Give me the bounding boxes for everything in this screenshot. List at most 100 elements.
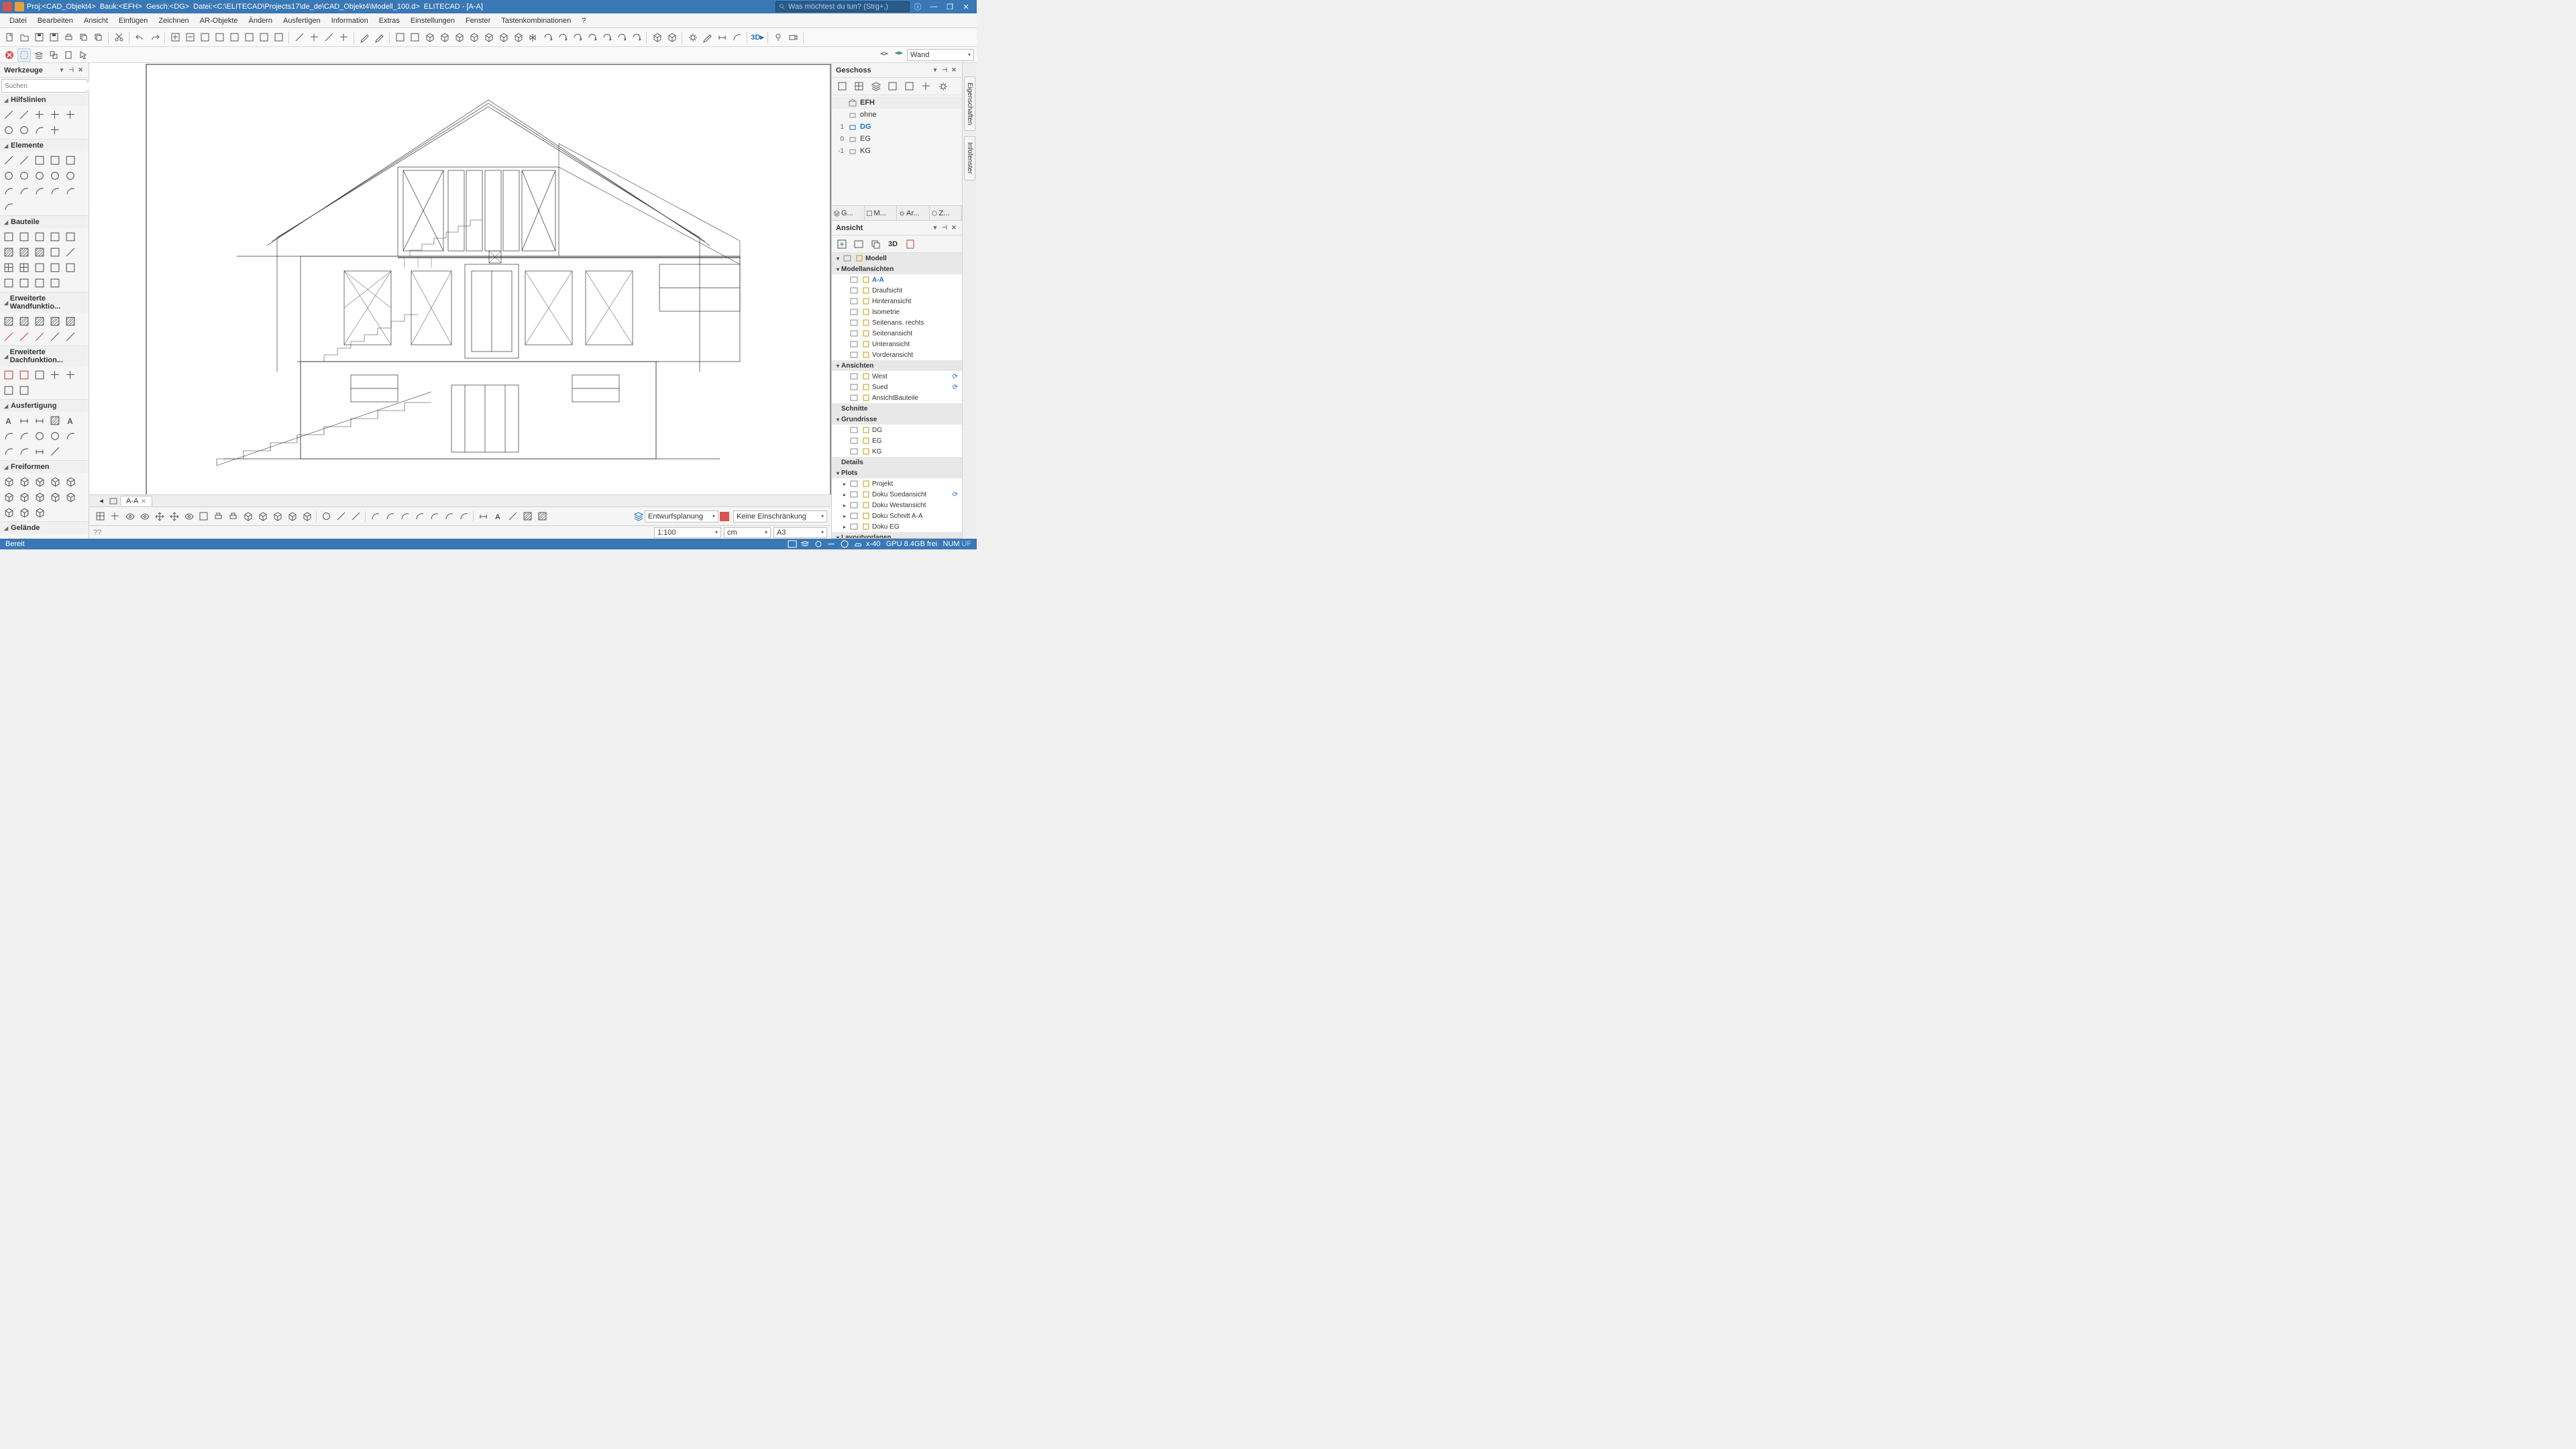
bottom-btn-13[interactable] [285,510,299,523]
bottom-btn-29[interactable]: A [491,510,504,523]
menu-extras[interactable]: Extras [374,15,405,27]
panel-pin-icon[interactable]: ⊣ [941,66,949,74]
tool-ausfertigung-7[interactable] [32,429,47,443]
tool-hilfslinien-6[interactable] [17,123,32,138]
layer-tool[interactable] [32,48,46,62]
tool-ausfertigung-11[interactable] [17,444,32,459]
view-copy-icon[interactable] [868,237,883,252]
toolbar-btn-58[interactable] [771,31,785,44]
tool-bauteile-2[interactable] [32,229,47,244]
tool-elemente-7[interactable] [32,168,47,183]
drawing-canvas[interactable] [89,63,831,494]
tool-hilfslinien-3[interactable] [48,107,62,122]
tool-hilfslinien-7[interactable] [32,123,47,138]
tool-elemente-12[interactable] [32,184,47,199]
view-grundrisse[interactable]: ▾Grundrisse [832,414,962,425]
group-ausfertigung[interactable]: ◢Ausfertigung [0,400,89,412]
layers-icon[interactable] [800,540,810,548]
minimize-button[interactable]: — [926,1,942,13]
tool-ausfertigung-3[interactable] [48,413,62,428]
floor-tool-2[interactable] [868,79,883,94]
toolbar-btn-34[interactable] [452,31,466,44]
select-tool[interactable] [17,48,31,62]
floor-tab-0[interactable]: G... [832,206,865,220]
tool-wand-5[interactable] [1,329,16,344]
maximize-button[interactable]: ❐ [942,1,958,13]
view-eg[interactable]: EG [832,435,962,446]
dim-icon[interactable] [826,540,836,548]
tool-elemente-1[interactable] [17,153,32,168]
tool-wand-8[interactable] [48,329,62,344]
toolbar-btn-44[interactable] [600,31,613,44]
cancel-button[interactable] [3,48,16,62]
bottom-btn-12[interactable] [270,510,284,523]
tool-dach-5[interactable] [1,383,16,398]
tool-wand-2[interactable] [32,314,47,329]
tool-ausfertigung-13[interactable] [48,444,62,459]
tool-bauteile-18[interactable] [48,276,62,290]
bottom-btn-21[interactable] [383,510,396,523]
toolbar-btn-59[interactable] [786,31,800,44]
bottom-btn-5[interactable] [167,510,180,523]
tool-bauteile-16[interactable] [17,276,32,290]
bottom-btn-2[interactable] [123,510,136,523]
grid-icon[interactable] [788,540,797,548]
toolbar-btn-22[interactable] [292,31,306,44]
toolbar-btn-11[interactable] [148,31,161,44]
phase-color[interactable] [720,512,729,521]
building-row[interactable]: EFH [832,97,962,109]
bottom-btn-6[interactable] [182,510,195,523]
bottom-btn-20[interactable] [368,510,382,523]
tool-bauteile-5[interactable] [1,245,16,260]
floor-tool-1[interactable] [851,79,866,94]
tool-elemente-6[interactable] [17,168,32,183]
menu-?[interactable]: ? [576,15,591,27]
toolbar-btn-28[interactable] [372,31,386,44]
tool-ausfertigung-6[interactable] [17,429,32,443]
group-freiformen[interactable]: ◢Freiformen [0,461,89,473]
bottom-btn-24[interactable] [427,510,441,523]
tool-bauteile-3[interactable] [48,229,62,244]
tool-hilfslinien-4[interactable] [63,107,78,122]
floor-tool-3[interactable] [885,79,900,94]
view-a-a[interactable]: A-A [832,274,962,285]
tool-bauteile-4[interactable] [63,229,78,244]
toolbar-btn-19[interactable] [257,31,270,44]
tool-bauteile-10[interactable] [1,260,16,275]
panel-close-icon[interactable]: ✕ [950,66,958,74]
view-projekt[interactable]: ▸Projekt [832,478,962,489]
toolbar-btn-15[interactable] [198,31,211,44]
layer-visibility-icon[interactable] [892,48,906,62]
toolbar-btn-52[interactable] [700,31,714,44]
cloud-icon[interactable] [853,540,862,548]
bottom-btn-22[interactable] [398,510,411,523]
tool-hilfslinien-5[interactable] [1,123,16,138]
view-dg[interactable]: DG [832,425,962,435]
tool-wand-6[interactable] [17,329,32,344]
group-elemente[interactable]: ◢Elemente [0,140,89,152]
tool-hilfslinien-0[interactable] [1,107,16,122]
tool-ausfertigung-5[interactable] [1,429,16,443]
toolbar-btn-31[interactable] [408,31,421,44]
tool-elemente-14[interactable] [63,184,78,199]
view-unteransicht[interactable]: Unteransicht [832,339,962,350]
toolbar-btn-20[interactable] [272,31,285,44]
tool-wand-4[interactable] [63,314,78,329]
toolbar-btn-27[interactable] [358,31,371,44]
bottom-btn-1[interactable] [108,510,121,523]
toolbar-btn-40[interactable] [541,31,554,44]
floor-tool-6[interactable] [935,79,950,94]
toolbar-btn-14[interactable] [183,31,197,44]
tool-dach-0[interactable] [1,368,16,382]
toolbar-btn-2[interactable] [32,31,46,44]
tool-elemente-5[interactable] [1,168,16,183]
toolbar-btn-37[interactable] [496,31,510,44]
panel-close-icon[interactable]: ✕ [76,66,85,74]
tool-elemente-15[interactable] [1,199,16,214]
view-sued[interactable]: Sued⟳ [832,382,962,392]
toolbar-btn-10[interactable] [133,31,146,44]
tool-elemente-0[interactable] [1,153,16,168]
tool-bauteile-7[interactable] [32,245,47,260]
panel-dropdown-icon[interactable]: ▾ [931,224,939,232]
toolbar-btn-18[interactable] [242,31,256,44]
